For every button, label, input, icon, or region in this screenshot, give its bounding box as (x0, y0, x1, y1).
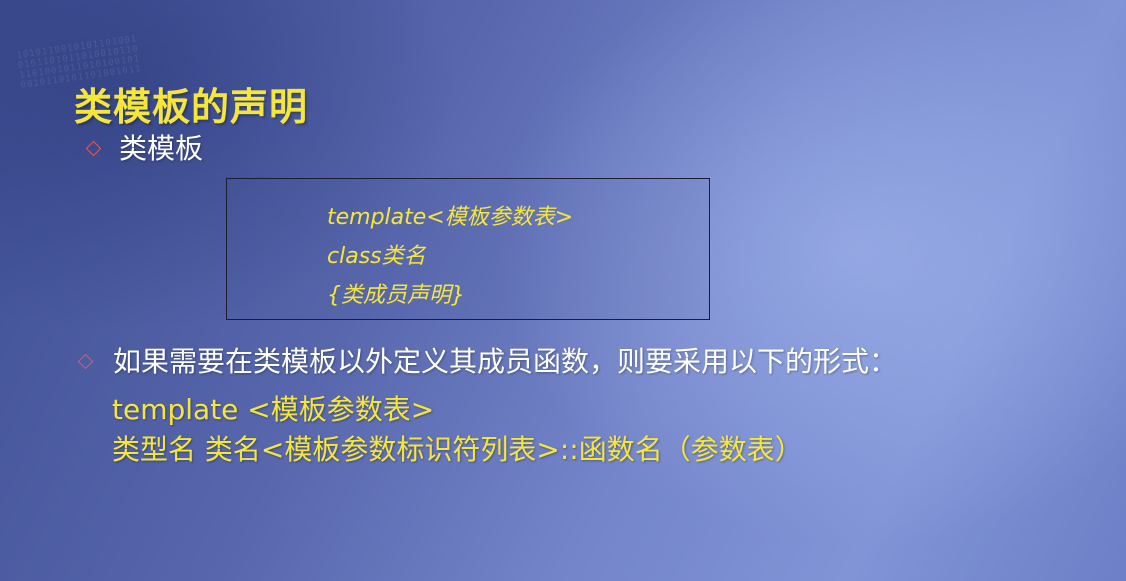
code-line-members: {类成员声明} (327, 283, 465, 308)
bullet-item-outside-definition: 如果需要在类模板以外定义其成员函数，则要采用以下的形式： (77, 345, 898, 378)
bullet-text: 如果需要在类模板以外定义其成员函数，则要采用以下的形式： (113, 345, 898, 378)
slide-title: 类模板的声明 (74, 85, 309, 129)
bullet-item-class-template: 类模板 (85, 132, 204, 165)
diamond-bullet-icon (85, 140, 102, 157)
code-box: template<模板参数表> class类名 {类成员声明} (226, 178, 710, 320)
diamond-bullet-icon (77, 353, 94, 370)
code-line-template: template<模板参数表> (327, 205, 574, 230)
syntax-line-function: 类型名 类名<模板参数标识符列表>::函数名（参数表） (112, 433, 803, 466)
bullet-text: 类模板 (119, 132, 204, 165)
code-line-class: class类名 (327, 244, 426, 269)
syntax-line-template: template <模板参数表> (112, 393, 435, 426)
